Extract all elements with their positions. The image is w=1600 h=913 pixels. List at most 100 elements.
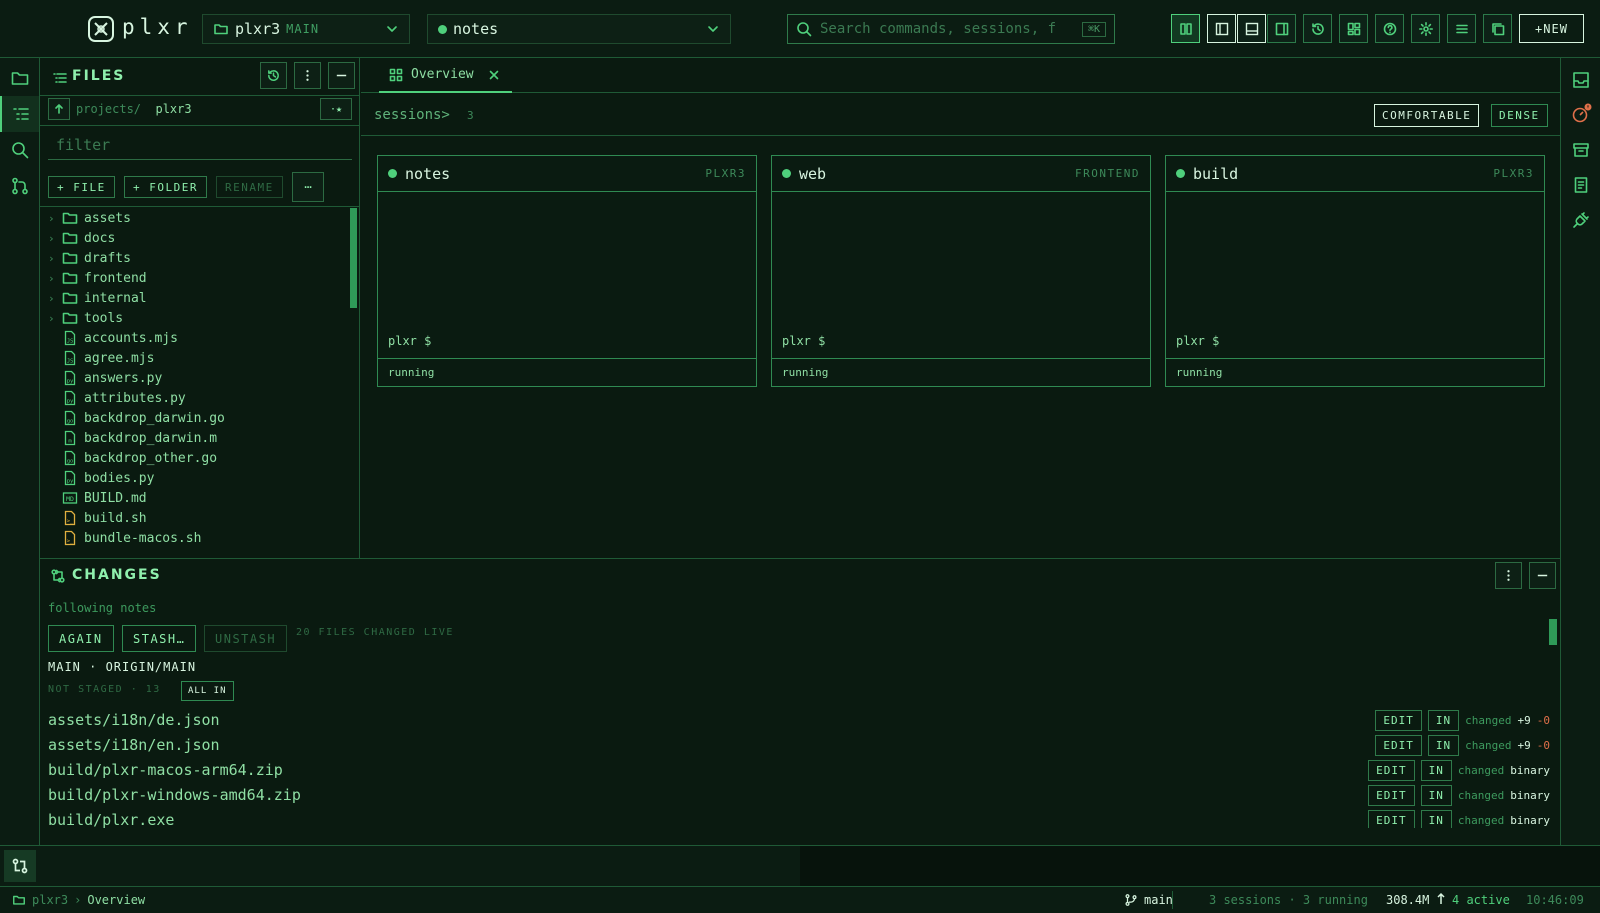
stage-in-button[interactable]: IN bbox=[1427, 734, 1460, 756]
change-path[interactable]: build/plxr-windows-amd64.zip bbox=[48, 786, 301, 804]
edit-button[interactable]: EDIT bbox=[1375, 709, 1422, 731]
up-directory-button[interactable] bbox=[48, 98, 70, 120]
menu-button[interactable] bbox=[1447, 14, 1476, 43]
folder-item[interactable]: › assets bbox=[48, 208, 131, 228]
columns-button[interactable] bbox=[1171, 14, 1200, 43]
session-select[interactable]: notes bbox=[427, 14, 731, 44]
new-button[interactable]: +NEW bbox=[1519, 14, 1584, 43]
file-item[interactable]: go backdrop_darwin.go bbox=[48, 408, 225, 428]
project-select[interactable]: plxr3 MAIN bbox=[202, 14, 410, 44]
file-item[interactable]: >_ build.sh bbox=[48, 508, 147, 528]
folder-item[interactable]: › tools bbox=[48, 308, 123, 328]
stage-in-button[interactable]: IN bbox=[1420, 809, 1452, 828]
comfortable-view-button[interactable]: COMFORTABLE bbox=[1374, 104, 1480, 127]
toggle-right-sidebar-button[interactable] bbox=[1267, 14, 1296, 43]
stage-in-button[interactable]: IN bbox=[1420, 784, 1452, 806]
folder-item[interactable]: › drafts bbox=[48, 248, 131, 268]
inbox-icon[interactable] bbox=[1569, 68, 1593, 92]
file-item[interactable]: m backdrop_darwin.m bbox=[48, 428, 217, 448]
session-card[interactable]: build PLXR3 plxr $ running bbox=[1165, 155, 1545, 387]
tab-overview[interactable]: Overview bbox=[379, 58, 512, 93]
chevron-right-icon[interactable]: › bbox=[48, 312, 62, 325]
help-button[interactable] bbox=[1375, 14, 1404, 43]
change-path[interactable]: assets/i18n/de.json bbox=[48, 711, 220, 729]
search-icon[interactable] bbox=[8, 138, 32, 162]
chevron-right-icon[interactable]: › bbox=[48, 272, 62, 285]
new-folder-button[interactable]: + FOLDER bbox=[124, 176, 207, 198]
edit-button[interactable]: EDIT bbox=[1368, 784, 1415, 806]
changes-title: CHANGES bbox=[72, 567, 162, 583]
file-item[interactable]: JS accounts.mjs bbox=[48, 328, 178, 348]
dashboard-button[interactable] bbox=[1339, 14, 1368, 43]
chevron-right-icon[interactable]: › bbox=[48, 212, 62, 225]
archive-icon[interactable] bbox=[1569, 138, 1593, 162]
dense-view-button[interactable]: DENSE bbox=[1491, 104, 1548, 127]
folder-item[interactable]: › docs bbox=[48, 228, 115, 248]
tree-icon[interactable] bbox=[0, 96, 39, 132]
document-icon[interactable] bbox=[1569, 173, 1593, 197]
file-item[interactable]: JS agree.mjs bbox=[48, 348, 154, 368]
search-input[interactable]: Search commands, sessions, f bbox=[820, 21, 1056, 37]
status-time: 10:46:09 bbox=[1526, 893, 1584, 907]
copy-button[interactable] bbox=[1483, 14, 1512, 43]
change-path[interactable]: build/plxr.exe bbox=[48, 811, 174, 828]
changes-more-button[interactable] bbox=[1495, 562, 1522, 589]
edit-button[interactable]: EDIT bbox=[1368, 759, 1415, 781]
all-in-button[interactable]: ALL IN bbox=[181, 681, 234, 701]
file-item[interactable]: MD BUILD.md bbox=[48, 488, 147, 508]
stash-button[interactable]: STASH… bbox=[122, 625, 197, 652]
file-item[interactable]: go backdrop_other.go bbox=[48, 448, 217, 468]
toggle-bottom-panel-button[interactable] bbox=[1237, 14, 1266, 43]
files-scrollbar[interactable] bbox=[350, 208, 357, 308]
stage-in-button[interactable]: IN bbox=[1420, 759, 1452, 781]
edit-button[interactable]: EDIT bbox=[1375, 734, 1422, 756]
file-item[interactable]: py attributes.py bbox=[48, 388, 186, 408]
plug-icon[interactable] bbox=[1569, 208, 1593, 232]
folder-item[interactable]: › frontend bbox=[48, 268, 147, 288]
filter-input[interactable]: filter bbox=[48, 130, 352, 160]
git-branch-icon[interactable] bbox=[8, 174, 32, 198]
rename-button[interactable]: RENAME bbox=[216, 176, 283, 198]
folder-item[interactable]: › internal bbox=[48, 288, 147, 308]
toggle-left-sidebar-button[interactable] bbox=[1207, 14, 1236, 43]
git-compare-icon[interactable] bbox=[4, 850, 36, 882]
settings-button[interactable] bbox=[1411, 14, 1440, 43]
again-button[interactable]: AGAIN bbox=[48, 625, 114, 652]
session-card[interactable]: web FRONTEND plxr $ running bbox=[771, 155, 1151, 387]
terminal-area[interactable] bbox=[800, 846, 1600, 886]
favorite-button[interactable]: ·★ bbox=[320, 98, 352, 120]
collapse-files-button[interactable] bbox=[328, 62, 355, 89]
chevron-right-icon[interactable]: › bbox=[48, 292, 62, 305]
change-row[interactable]: build/plxr-windows-amd64.zip EDIT IN change… bbox=[48, 784, 1550, 806]
file-item[interactable]: py answers.py bbox=[48, 368, 162, 388]
session-card[interactable]: notes PLXR3 plxr $ running bbox=[377, 155, 757, 387]
change-path[interactable]: assets/i18n/en.json bbox=[48, 736, 220, 754]
new-file-button[interactable]: + FILE bbox=[48, 176, 115, 198]
change-row[interactable]: assets/i18n/en.json EDIT IN changed +9 -0 bbox=[48, 734, 1550, 756]
file-item[interactable]: >_ bundle-macos.sh bbox=[48, 528, 201, 548]
file-item[interactable]: py bodies.py bbox=[48, 468, 154, 488]
unstash-button[interactable]: UNSTASH bbox=[204, 625, 288, 652]
history-button[interactable] bbox=[1303, 14, 1332, 43]
close-icon[interactable] bbox=[488, 69, 500, 81]
chevron-right-icon[interactable]: › bbox=[48, 252, 62, 265]
file-actions-more-button[interactable]: ⋯ bbox=[292, 172, 324, 202]
change-row[interactable]: assets/i18n/de.json EDIT IN changed +9 -0 bbox=[48, 709, 1550, 731]
status-branch[interactable]: main bbox=[1144, 893, 1173, 907]
stage-in-button[interactable]: IN bbox=[1427, 709, 1460, 731]
change-row[interactable]: build/plxr.exe EDIT IN changed binary bbox=[48, 809, 1550, 828]
collapse-changes-button[interactable] bbox=[1529, 562, 1556, 589]
search-box[interactable]: Search commands, sessions, f ⌘K bbox=[787, 14, 1115, 44]
folder-icon[interactable] bbox=[8, 66, 32, 90]
chevron-right-icon[interactable]: › bbox=[48, 232, 62, 245]
status-project[interactable]: plxr3 bbox=[32, 893, 68, 907]
speedometer-icon[interactable] bbox=[1569, 102, 1593, 126]
crumb-parent[interactable]: projects/ bbox=[76, 102, 141, 116]
changes-scrollbar[interactable] bbox=[1549, 619, 1557, 645]
refresh-button[interactable] bbox=[260, 62, 287, 89]
edit-button[interactable]: EDIT bbox=[1368, 809, 1415, 828]
files-more-button[interactable] bbox=[294, 62, 321, 89]
change-row[interactable]: build/plxr-macos-arm64.zip EDIT IN changed b… bbox=[48, 759, 1550, 781]
change-path[interactable]: build/plxr-macos-arm64.zip bbox=[48, 761, 283, 779]
session-card-header: web FRONTEND bbox=[772, 156, 1150, 192]
